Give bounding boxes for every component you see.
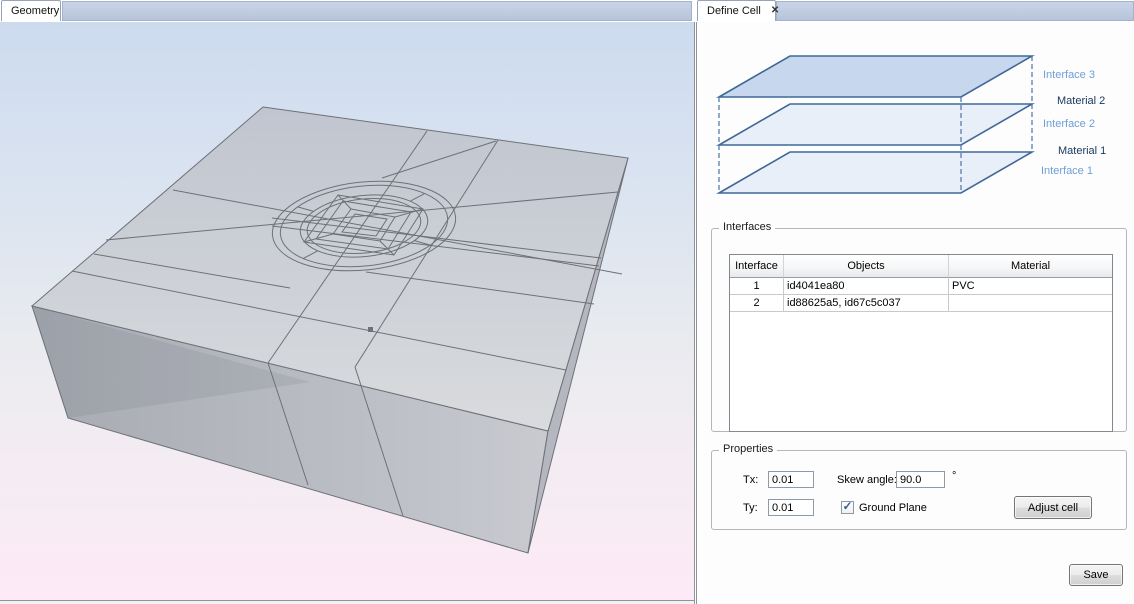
skew-angle-input[interactable] — [896, 471, 945, 488]
tx-input[interactable] — [768, 471, 814, 488]
label-interface-3: Interface 3 — [1043, 69, 1095, 81]
tx-label: Tx: — [743, 474, 758, 486]
geometry-viewport[interactable] — [0, 22, 694, 600]
close-icon[interactable]: ✕ — [771, 6, 779, 16]
label-material-2: Material 2 — [1057, 95, 1105, 107]
cell-interface-1[interactable]: 1 — [730, 278, 784, 295]
save-button[interactable]: Save — [1069, 564, 1123, 586]
checkmark-icon: ✓ — [842, 501, 852, 512]
ground-plane-label: Ground Plane — [859, 502, 927, 514]
interfaces-table[interactable]: Interface Objects Material 1 id4041ea80 … — [729, 254, 1113, 432]
define-cell-panel: Interface 3 Material 2 Interface 2 Mater… — [697, 22, 1134, 604]
label-material-1: Material 1 — [1058, 145, 1106, 157]
tab-geometry-label: Geometry — [11, 5, 59, 17]
label-interface-1: Interface 1 — [1041, 165, 1093, 177]
table-row[interactable]: 2 id88625a5, id67c5c037 — [730, 295, 1112, 312]
adjust-cell-button[interactable]: Adjust cell — [1014, 496, 1092, 519]
tabstrip-filler-right — [776, 1, 1134, 21]
tab-strip: Geometry Define Cell ✕ — [0, 0, 1134, 22]
table-row[interactable]: 1 id4041ea80 PVC — [730, 278, 1112, 295]
skew-angle-label: Skew angle: — [837, 474, 897, 486]
tab-define-cell[interactable]: Define Cell ✕ — [697, 0, 776, 21]
layer-middle — [719, 104, 1032, 145]
tabstrip-filler-left — [62, 1, 692, 21]
properties-groupbox-title: Properties — [719, 443, 777, 455]
vertex-dot[interactable] — [368, 327, 373, 332]
col-header-interface[interactable]: Interface — [730, 255, 784, 278]
col-header-material[interactable]: Material — [949, 255, 1112, 278]
degree-symbol: ° — [952, 470, 956, 482]
ty-label: Ty: — [743, 502, 758, 514]
col-header-objects[interactable]: Objects — [784, 255, 949, 278]
cell-objects-1[interactable]: id4041ea80 — [784, 278, 949, 295]
layer-top — [719, 56, 1032, 97]
layer-bottom — [719, 152, 1032, 193]
tab-geometry[interactable]: Geometry — [1, 0, 61, 21]
label-interface-2: Interface 2 — [1043, 118, 1095, 130]
cell-material-2[interactable] — [949, 295, 1112, 312]
application-window: Geometry Define Cell ✕ — [0, 0, 1134, 604]
interfaces-groupbox-title: Interfaces — [719, 221, 775, 233]
properties-groupbox: Properties Tx: Skew angle: ° Ty: ✓ Groun… — [711, 450, 1127, 530]
tab-define-cell-label: Define Cell — [707, 5, 761, 17]
layer-stack-diagram — [697, 22, 1134, 212]
cell-material-1[interactable]: PVC — [949, 278, 1112, 295]
cell-interface-2[interactable]: 2 — [730, 295, 784, 312]
geometry-3d-canvas[interactable] — [0, 22, 694, 600]
interfaces-groupbox: Interfaces Interface Objects Material 1 … — [711, 228, 1127, 432]
ground-plane-checkbox[interactable]: ✓ — [841, 501, 854, 514]
ty-input[interactable] — [768, 499, 814, 516]
table-header-row: Interface Objects Material — [730, 255, 1112, 278]
cell-objects-2[interactable]: id88625a5, id67c5c037 — [784, 295, 949, 312]
